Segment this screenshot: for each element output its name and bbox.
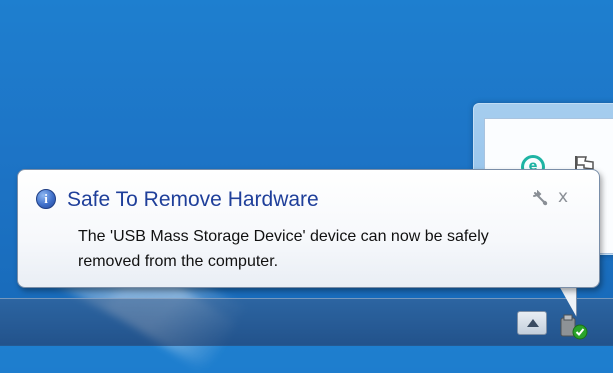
safe-to-remove-notification[interactable]: i Safe To Remove Hardware x The 'USB Mas… (17, 169, 600, 288)
notification-title: Safe To Remove Hardware (67, 188, 319, 211)
notification-message-line: The 'USB Mass Storage Device' device can… (78, 228, 489, 245)
balloon-tail (558, 284, 576, 316)
info-icon: i (36, 189, 56, 209)
notification-message: The 'USB Mass Storage Device' device can… (78, 224, 588, 274)
wrench-icon[interactable] (532, 190, 548, 206)
show-hidden-icons-button[interactable] (517, 311, 547, 335)
notification-message-line: removed from the computer. (78, 253, 279, 270)
close-icon[interactable]: x (558, 187, 568, 207)
safely-remove-hardware-icon[interactable] (558, 314, 590, 340)
chevron-up-icon (527, 319, 539, 327)
